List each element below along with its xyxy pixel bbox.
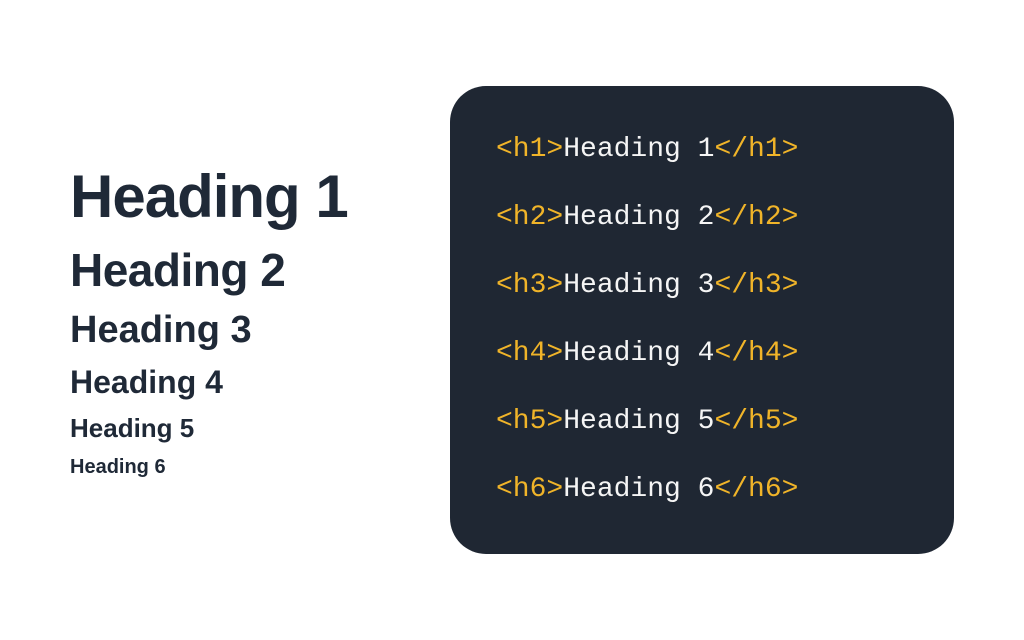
html-tag-close: </h2>	[714, 202, 798, 233]
code-text: Heading 5	[563, 406, 714, 437]
heading-5: Heading 5	[70, 413, 430, 444]
code-line: <h6>Heading 6</h6>	[496, 476, 908, 504]
html-tag-open: <h1>	[496, 134, 563, 165]
code-text: Heading 1	[563, 134, 714, 165]
html-tag-close: </h3>	[714, 270, 798, 301]
code-text: Heading 4	[563, 338, 714, 369]
html-tag-close: </h4>	[714, 338, 798, 369]
heading-1: Heading 1	[70, 162, 430, 231]
heading-6: Heading 6	[70, 456, 430, 479]
html-tag-close: </h5>	[714, 406, 798, 437]
code-line: <h5>Heading 5</h5>	[496, 408, 908, 436]
code-line: <h4>Heading 4</h4>	[496, 340, 908, 368]
code-panel: <h1>Heading 1</h1> <h2>Heading 2</h2> <h…	[450, 86, 954, 554]
html-tag-close: </h6>	[714, 474, 798, 505]
html-tag-open: <h6>	[496, 474, 563, 505]
heading-3: Heading 3	[70, 309, 430, 352]
code-line: <h1>Heading 1</h1>	[496, 136, 908, 164]
html-tag-open: <h2>	[496, 202, 563, 233]
heading-2: Heading 2	[70, 243, 430, 297]
html-tag-close: </h1>	[714, 134, 798, 165]
code-block: <h1>Heading 1</h1> <h2>Heading 2</h2> <h…	[450, 86, 954, 554]
code-line: <h2>Heading 2</h2>	[496, 204, 908, 232]
html-tag-open: <h5>	[496, 406, 563, 437]
heading-4: Heading 4	[70, 364, 430, 401]
rendered-headings-panel: Heading 1 Heading 2 Heading 3 Heading 4 …	[70, 162, 430, 479]
code-text: Heading 6	[563, 474, 714, 505]
code-line: <h3>Heading 3</h3>	[496, 272, 908, 300]
html-tag-open: <h3>	[496, 270, 563, 301]
code-text: Heading 2	[563, 202, 714, 233]
html-tag-open: <h4>	[496, 338, 563, 369]
code-text: Heading 3	[563, 270, 714, 301]
